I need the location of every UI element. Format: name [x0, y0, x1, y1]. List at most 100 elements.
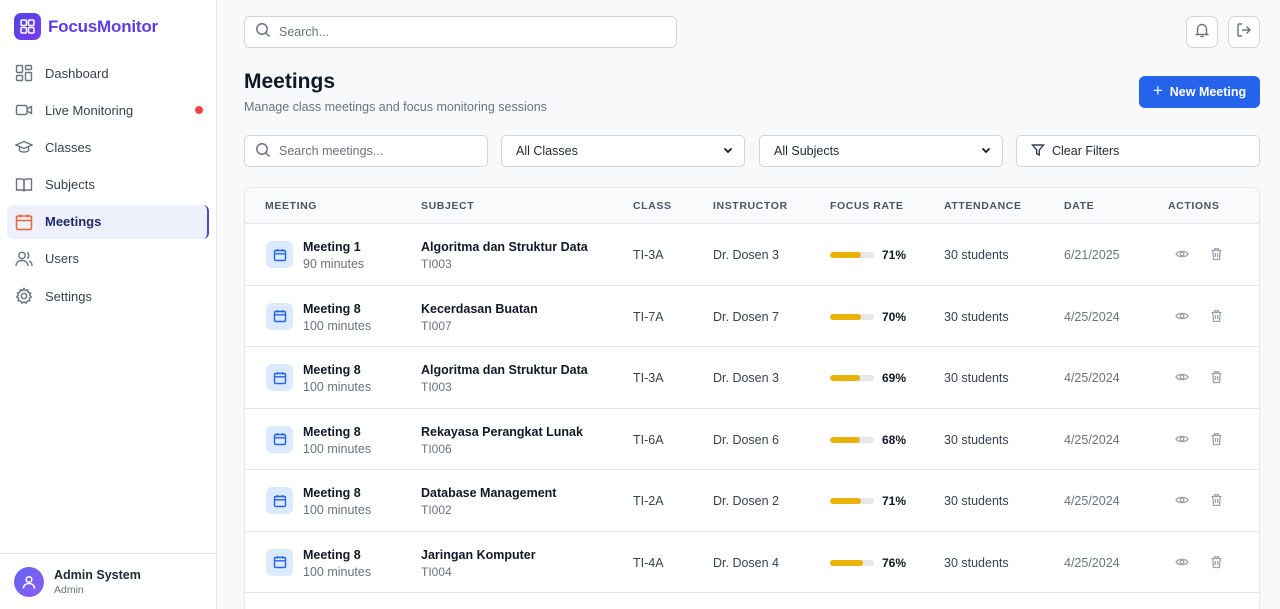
- column-header-meeting: MEETING: [265, 200, 318, 212]
- chevron-down-icon: [980, 144, 992, 159]
- view-icon[interactable]: [1174, 308, 1190, 324]
- sidebar-item-label: Meetings: [45, 214, 102, 230]
- view-icon[interactable]: [1174, 246, 1190, 262]
- instructor-name: Dr. Dosen 3: [713, 371, 780, 385]
- class-name: TI-3A: [633, 371, 664, 385]
- user-role: Admin: [54, 583, 84, 596]
- focus-rate: 71%: [830, 494, 906, 508]
- trash-icon[interactable]: [1208, 554, 1224, 570]
- focus-percent: 71%: [882, 494, 907, 508]
- meeting-search-input[interactable]: [279, 144, 479, 158]
- user-icon: [22, 575, 36, 589]
- class-filter-value: All Classes: [516, 144, 578, 158]
- subject-code: TI002: [421, 503, 452, 517]
- view-icon[interactable]: [1174, 369, 1190, 385]
- instructor-name: Dr. Dosen 7: [713, 309, 780, 324]
- meeting-date: 4/25/2024: [1064, 309, 1120, 324]
- meeting-date: 4/25/2024: [1064, 494, 1120, 508]
- focus-rate: 76%: [830, 556, 906, 570]
- focus-progress-fill: [830, 252, 862, 258]
- column-header-class: CLASS: [633, 200, 672, 212]
- sidebar-item-settings[interactable]: Settings: [7, 279, 209, 313]
- sidebar: FocusMonitor Dashboard Live Monitoring C…: [0, 0, 217, 609]
- view-icon[interactable]: [1174, 492, 1190, 508]
- sidebar-item-subjects[interactable]: Subjects: [7, 168, 209, 202]
- view-icon[interactable]: [1174, 554, 1190, 570]
- subject-name: Database Management: [421, 486, 557, 500]
- attendance-count: 30 students: [944, 248, 1009, 262]
- calendar-icon: [266, 241, 293, 268]
- focus-progress-fill: [830, 436, 860, 443]
- app-name: FocusMonitor: [48, 16, 158, 36]
- calendar-icon: [266, 548, 293, 576]
- logout-button[interactable]: [1228, 16, 1260, 48]
- table-row[interactable]: Meeting 1 90 minutes Algoritma dan Struktu…: [245, 224, 1259, 286]
- subject-code: TI006: [421, 441, 452, 456]
- dashboard-icon: [14, 63, 34, 83]
- sidebar-item-classes[interactable]: Classes: [7, 130, 209, 164]
- meeting-date: 4/25/2024: [1064, 432, 1120, 447]
- meeting-name: Meeting 8: [303, 547, 361, 562]
- subject-filter-value: All Subjects: [774, 144, 840, 158]
- subject-name: Jaringan Komputer: [421, 547, 536, 562]
- calendar-icon: [14, 212, 34, 232]
- trash-icon[interactable]: [1208, 431, 1224, 447]
- trash-icon[interactable]: [1208, 246, 1224, 262]
- attendance-count: 30 students: [944, 432, 1009, 447]
- search-icon: [255, 22, 271, 43]
- app-logo-icon: [14, 13, 41, 40]
- table-row[interactable]: Meeting 8 100 minutes Jaringan Komputer TI0…: [245, 532, 1259, 593]
- column-header-actions: ACTIONS: [1168, 200, 1220, 212]
- table-row[interactable]: Meeting 8 100 minutes Kecerdasan Buatan TI0…: [245, 286, 1259, 347]
- calendar-icon: [266, 487, 293, 514]
- attendance-count: 30 students: [944, 555, 1009, 570]
- current-user[interactable]: Admin System Admin: [0, 553, 216, 609]
- focus-progress-bar: [830, 436, 874, 443]
- focus-progress-fill: [830, 559, 864, 566]
- bell-icon: [1194, 22, 1210, 43]
- global-search-input[interactable]: [279, 25, 659, 39]
- table-row[interactable]: Meeting 8 100 minutes Database Management T…: [245, 470, 1259, 532]
- focus-rate: 71%: [830, 248, 906, 262]
- brand[interactable]: FocusMonitor: [14, 13, 158, 40]
- instructor-name: Dr. Dosen 2: [713, 494, 780, 508]
- sidebar-item-dashboard[interactable]: Dashboard: [7, 56, 209, 90]
- focus-progress-bar: [830, 313, 874, 320]
- subject-name: Algoritma dan Struktur Data: [421, 240, 588, 254]
- filter-icon: [1030, 143, 1046, 160]
- meeting-name: Meeting 8: [303, 486, 361, 500]
- subject-filter-select[interactable]: All Subjects: [759, 135, 1003, 167]
- calendar-icon: [266, 302, 293, 330]
- video-icon: [14, 100, 34, 120]
- trash-icon[interactable]: [1208, 308, 1224, 324]
- users-icon: [14, 249, 34, 269]
- sidebar-item-users[interactable]: Users: [7, 242, 209, 276]
- sidebar-item-label: Users: [45, 251, 79, 267]
- focus-progress-fill: [830, 375, 861, 381]
- attendance-count: 30 students: [944, 309, 1009, 324]
- meeting-name: Meeting 1: [303, 240, 361, 254]
- sidebar-nav: Dashboard Live Monitoring Classes Subjec…: [7, 56, 209, 316]
- meeting-name: Meeting 8: [303, 424, 361, 439]
- trash-icon[interactable]: [1208, 369, 1224, 385]
- column-header-date: DATE: [1064, 200, 1095, 212]
- notifications-button[interactable]: [1186, 16, 1218, 48]
- focus-percent: 76%: [882, 555, 907, 570]
- page-title: Meetings: [244, 70, 336, 93]
- class-filter-select[interactable]: All Classes: [501, 135, 745, 167]
- focus-progress-fill: [830, 313, 861, 320]
- focus-percent: 68%: [882, 432, 907, 447]
- focus-percent: 70%: [882, 309, 907, 324]
- sidebar-item-meetings[interactable]: Meetings: [7, 204, 209, 239]
- view-icon[interactable]: [1174, 431, 1190, 447]
- trash-icon[interactable]: [1208, 492, 1224, 508]
- sidebar-item-live-monitoring[interactable]: Live Monitoring: [7, 93, 209, 127]
- book-icon: [14, 175, 34, 195]
- sidebar-item-label: Classes: [45, 139, 92, 155]
- clear-filters-button[interactable]: Clear Filters: [1016, 135, 1260, 167]
- new-meeting-button[interactable]: + New Meeting: [1139, 76, 1260, 108]
- table-row[interactable]: Meeting 8 100 minutes Algoritma dan Strukt…: [245, 347, 1259, 409]
- table-row[interactable]: Meeting 8 100 minutes Rekayasa Perangkat L…: [245, 409, 1259, 470]
- meeting-duration: 100 minutes: [303, 503, 372, 517]
- subject-name: Algoritma dan Struktur Data: [421, 363, 588, 377]
